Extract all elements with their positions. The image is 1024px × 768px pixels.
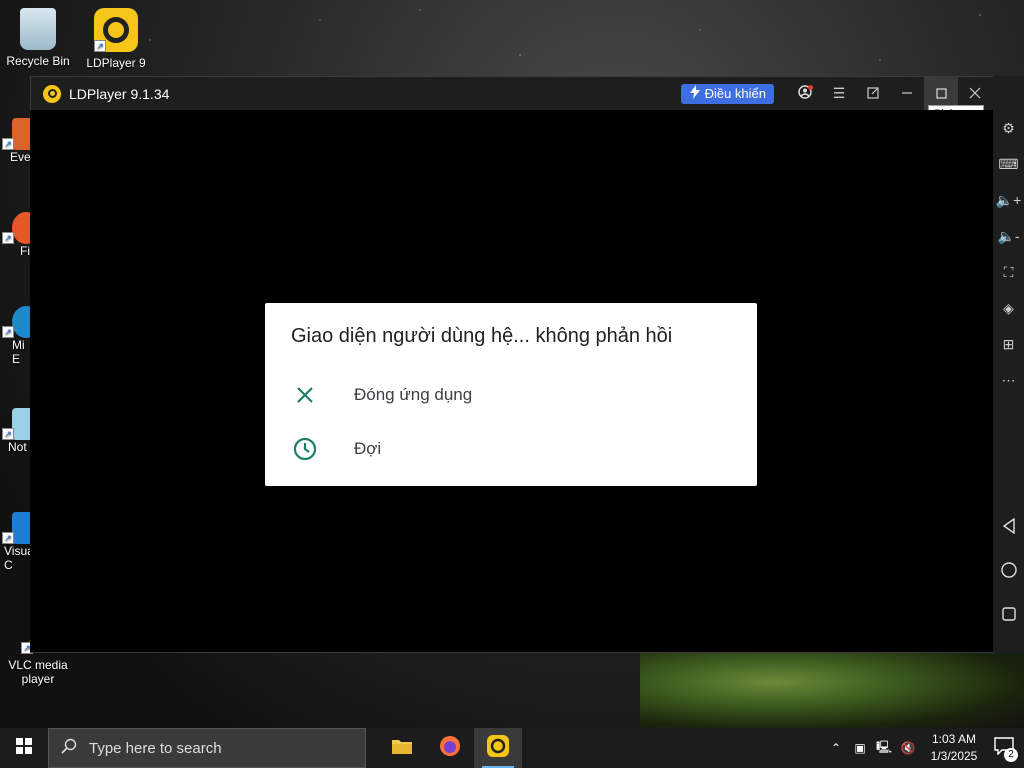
volume-up-button[interactable]: 🔈+ <box>993 182 1024 218</box>
volume-up-icon: 🔈+ <box>995 191 1022 208</box>
desktop-icon-ldplayer[interactable]: ↗ LDPlayer 9 <box>78 8 154 70</box>
menu-button[interactable]: ☰ <box>822 77 856 110</box>
window-title: LDPlayer 9.1.34 <box>69 85 170 102</box>
control-button[interactable]: Điều khiển <box>680 83 774 104</box>
add-box-icon: ⊞ <box>1002 335 1015 352</box>
more-button[interactable]: ⋯ <box>993 362 1024 398</box>
keyboard-icon: ⌨ <box>998 155 1019 172</box>
search-icon <box>61 738 77 758</box>
notification-center-button[interactable]: 2 <box>984 728 1024 768</box>
ldplayer-icon <box>487 734 509 762</box>
back-triangle-icon <box>1002 517 1016 537</box>
ldplayer-logo-icon <box>43 84 61 103</box>
volume-muted-icon: 🔇 <box>900 741 916 755</box>
wallpaper-tent <box>640 650 1024 730</box>
taskbar-ldplayer[interactable] <box>474 728 522 768</box>
android-home-button[interactable] <box>993 549 1024 593</box>
account-button[interactable] <box>788 77 822 110</box>
notification-dot <box>808 85 813 90</box>
folder-icon <box>391 737 413 760</box>
ldplayer-sidebar: ⚙ ⌨ 🔈+ 🔈- ⛶ ◈ ⊞ ⋯ <box>993 76 1024 653</box>
minimize-button[interactable] <box>890 77 924 110</box>
ldplayer-icon: ↗ <box>94 8 138 52</box>
keyboard-button[interactable]: ⌨ <box>993 146 1024 182</box>
volume-button[interactable]: 🔇 <box>896 741 920 755</box>
network-icon: 🖳 <box>875 739 892 754</box>
network-button[interactable]: 🖳 <box>872 738 896 759</box>
ldplayer-titlebar[interactable]: LDPlayer 9.1.34 Điều khiển ☰ <box>31 77 1023 110</box>
anr-dialog: Giao diện người dùng hệ... không phản hồ… <box>265 303 757 486</box>
fullscreen-icon: ⛶ <box>1003 263 1014 280</box>
android-screen[interactable]: Giao diện người dùng hệ... không phản hồ… <box>30 110 993 652</box>
popout-icon <box>867 86 879 102</box>
fullscreen-button[interactable]: ⛶ <box>993 254 1024 290</box>
tray-app-icon: ▣ <box>854 741 866 755</box>
close-app-option[interactable]: Đóng ứng dụng <box>291 368 731 422</box>
clock-date: 1/3/2025 <box>930 749 978 763</box>
start-button[interactable] <box>0 728 48 768</box>
add-button[interactable]: ⊞ <box>993 326 1024 362</box>
desktop-icon-label: LDPlayer 9 <box>86 56 146 70</box>
gear-icon: ⚙ <box>1002 119 1015 136</box>
minimize-icon <box>901 86 913 102</box>
apk-icon: ◈ <box>1003 299 1014 316</box>
tray-app-button[interactable]: ▣ <box>848 741 872 755</box>
taskbar-firefox[interactable] <box>426 728 474 768</box>
search-box[interactable]: Type here to search <box>48 728 366 768</box>
home-circle-icon <box>1000 561 1017 581</box>
apk-install-button[interactable]: ◈ <box>993 290 1024 326</box>
recents-square-icon <box>1001 606 1016 624</box>
taskbar: Type here to search ⌃ ▣ 🖳 🔇 1:03 AM 1/3/… <box>0 728 1024 768</box>
dialog-title: Giao diện người dùng hệ... không phản hồ… <box>291 325 673 347</box>
show-hidden-icons-button[interactable]: ⌃ <box>824 741 848 755</box>
recycle-bin-icon <box>20 8 56 50</box>
wait-option[interactable]: Đợi <box>291 422 731 476</box>
chevron-up-icon: ⌃ <box>830 741 842 755</box>
clock[interactable]: 1:03 AM 1/3/2025 <box>924 731 984 765</box>
close-icon <box>291 381 319 409</box>
wait-label: Đợi <box>354 439 382 458</box>
desktop-icon-recycle-bin[interactable]: Recycle Bin <box>0 8 76 68</box>
volume-down-button[interactable]: 🔈- <box>993 218 1024 254</box>
system-tray: ⌃ ▣ 🖳 🔇 1:03 AM 1/3/2025 2 <box>824 728 1024 768</box>
close-app-label: Đóng ứng dụng <box>354 385 473 404</box>
maximize-icon <box>935 86 947 102</box>
volume-down-icon: 🔈- <box>997 227 1020 244</box>
search-placeholder: Type here to search <box>89 739 222 757</box>
desktop-icon-label: Recycle Bin <box>6 54 70 68</box>
windows-logo-icon <box>16 737 32 759</box>
close-icon <box>969 86 981 102</box>
clock-time: 1:03 AM <box>931 732 977 746</box>
clock-icon <box>291 435 319 463</box>
more-icon: ⋯ <box>1001 371 1016 388</box>
restore-button[interactable] <box>856 77 890 110</box>
taskbar-file-explorer[interactable] <box>378 728 426 768</box>
hamburger-icon: ☰ <box>832 85 846 101</box>
android-back-button[interactable] <box>993 505 1024 549</box>
notification-count: 2 <box>1004 748 1018 762</box>
android-recents-button[interactable] <box>993 593 1024 637</box>
desktop-icon-label: VLC media player <box>8 658 68 686</box>
lightning-icon <box>689 85 701 102</box>
control-button-label: Điều khiển <box>704 86 766 101</box>
settings-button[interactable]: ⚙ <box>993 110 1024 146</box>
firefox-icon <box>439 735 461 762</box>
